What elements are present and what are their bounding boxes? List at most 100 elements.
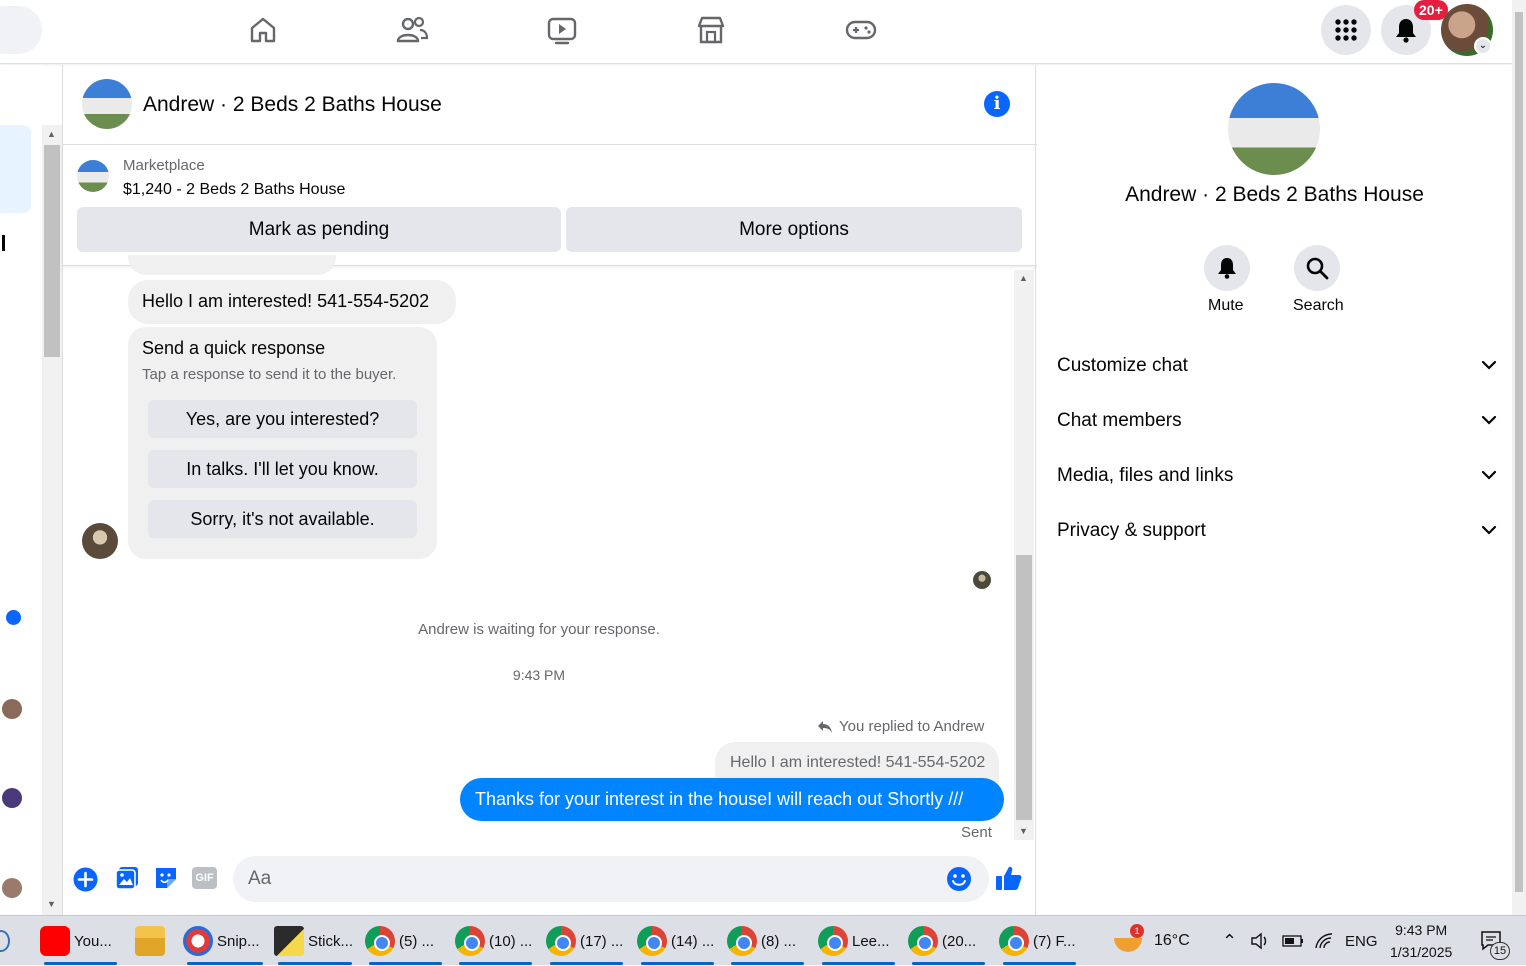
plus-icon[interactable]: [73, 867, 98, 897]
scrollbar-thumb[interactable]: [44, 145, 60, 357]
search-pill[interactable]: [0, 6, 42, 54]
gaming-icon[interactable]: [841, 10, 881, 50]
conversation-list-scrollbar[interactable]: ▲ ▼: [42, 125, 62, 915]
sticky-notes-icon: [274, 926, 304, 956]
taskbar-item-youtube[interactable]: You...: [40, 916, 121, 966]
replied-note-text: You replied to Andrew: [839, 718, 985, 735]
gif-icon[interactable]: GIF: [192, 867, 217, 889]
avatar[interactable]: [2, 878, 22, 898]
incoming-message-text: Hello I am interested! 541-554-5202: [142, 291, 430, 311]
chat-title[interactable]: Andrew · 2 Beds 2 Baths House: [143, 93, 442, 117]
listing-large-avatar[interactable]: [1228, 83, 1320, 175]
chrome-icon: [637, 926, 667, 956]
taskbar-item-chrome[interactable]: Lee...: [818, 916, 899, 966]
avatar[interactable]: [2, 699, 22, 719]
taskbar-item-chrome[interactable]: (7) F...: [999, 916, 1080, 966]
taskbar-item-sticky-notes[interactable]: Stick...: [274, 916, 356, 966]
info-icon[interactable]: i: [984, 91, 1010, 117]
message-input-placeholder: Aa: [248, 868, 272, 889]
conversation-list-strip: [0, 65, 42, 915]
like-icon[interactable]: [995, 864, 1023, 897]
search-button[interactable]: [1294, 245, 1340, 291]
windows-taskbar: You... Snip... Stick... (5) ... (10) ...…: [0, 915, 1526, 965]
chevron-down-icon: [1481, 525, 1497, 535]
photo-icon[interactable]: [114, 865, 140, 896]
message-input[interactable]: Aa: [233, 856, 989, 902]
listing-thumbnail[interactable]: [77, 160, 109, 192]
message-status: Sent: [961, 824, 992, 841]
weather-widget[interactable]: 1 16°C: [1114, 916, 1190, 966]
taskbar-item-chrome[interactable]: (20...: [908, 916, 989, 966]
youtube-icon: [40, 926, 70, 956]
scrollbar-thumb[interactable]: [1016, 555, 1032, 820]
taskbar-item-chrome[interactable]: (8) ...: [727, 916, 808, 966]
notification-center[interactable]: 15: [1480, 916, 1510, 966]
home-icon[interactable]: [243, 10, 283, 50]
privacy-support-row[interactable]: Privacy & support: [1057, 520, 1497, 560]
battery-icon[interactable]: [1282, 916, 1304, 966]
more-options-button[interactable]: More options: [566, 207, 1022, 252]
clock-time: 9:43 PM: [1395, 922, 1448, 938]
quick-response-option[interactable]: Yes, are you interested?: [148, 400, 417, 438]
clock[interactable]: 9:43 PM 1/31/2025: [1390, 916, 1452, 966]
messages-scrollbar[interactable]: ▲ ▼: [1014, 270, 1034, 840]
taskbar-item-chrome[interactable]: (5) ...: [365, 916, 446, 966]
taskbar-item-chrome[interactable]: (14) ...: [637, 916, 718, 966]
taskbar-app-icon[interactable]: [0, 930, 10, 952]
conversation-details-panel: Andrew · 2 Beds 2 Baths House Mute Searc…: [1037, 65, 1512, 915]
listing-avatar[interactable]: [82, 79, 132, 129]
clock-date: 1/31/2025: [1390, 944, 1453, 960]
quick-response-option[interactable]: In talks. I'll let you know.: [148, 450, 417, 488]
search-label: Search: [1293, 297, 1344, 314]
watch-icon[interactable]: [542, 10, 582, 50]
listing-price-title[interactable]: $1,240 - 2 Beds 2 Baths House: [123, 181, 345, 199]
emoji-icon[interactable]: [946, 866, 972, 897]
friends-icon[interactable]: [392, 10, 432, 50]
wifi-icon[interactable]: [1314, 916, 1334, 966]
media-files-links-row[interactable]: Media, files and links: [1057, 465, 1497, 505]
scroll-up-icon[interactable]: ▲: [1019, 273, 1028, 283]
scroll-down-icon[interactable]: ▼: [47, 899, 56, 909]
seen-avatar: [973, 571, 991, 589]
scroll-up-icon[interactable]: ▲: [47, 129, 56, 139]
chat-members-row[interactable]: Chat members: [1057, 410, 1497, 450]
chevron-down-icon[interactable]: ⌄: [1474, 37, 1492, 55]
selected-conversation-highlight[interactable]: [0, 125, 31, 213]
waiting-note: Andrew is waiting for your response.: [418, 621, 660, 638]
quick-response-card: Send a quick response Tap a response to …: [128, 327, 437, 559]
chrome-icon: [818, 926, 848, 956]
chevron-down-icon: [1481, 470, 1497, 480]
bell-icon: [1396, 19, 1416, 43]
menu-grid-button[interactable]: [1321, 5, 1371, 55]
chevron-down-icon: [1481, 415, 1497, 425]
volume-icon[interactable]: [1250, 916, 1270, 966]
reply-arrow-icon: [818, 720, 832, 733]
quick-response-subtitle: Tap a response to send it to the buyer.: [142, 366, 397, 383]
chrome-icon: [455, 926, 485, 956]
mute-button[interactable]: [1204, 245, 1250, 291]
language-indicator[interactable]: ENG: [1345, 916, 1378, 966]
taskbar-item-chrome[interactable]: (10) ...: [455, 916, 536, 966]
notification-badge: 20+: [1414, 0, 1448, 20]
chevron-up-icon[interactable]: ⌃: [1222, 916, 1237, 966]
mark-pending-button[interactable]: Mark as pending: [77, 207, 561, 252]
taskbar-item-file-explorer[interactable]: [135, 916, 171, 966]
avatar[interactable]: [2, 788, 22, 808]
taskbar-item-chrome[interactable]: (17) ...: [546, 916, 627, 966]
scrollbar-thumb[interactable]: [1515, 12, 1523, 892]
sender-avatar[interactable]: [82, 523, 118, 559]
incoming-message-bubble[interactable]: Hello I am interested! 541-554-5202: [128, 280, 456, 324]
customize-chat-row[interactable]: Customize chat: [1057, 355, 1497, 395]
section-label: Customize chat: [1057, 355, 1188, 376]
outgoing-message-bubble[interactable]: Thanks for your interest in the houseI w…: [460, 778, 1004, 821]
taskbar-item-snipping[interactable]: Snip...: [183, 916, 267, 966]
quick-response-option[interactable]: Sorry, it's not available.: [148, 500, 417, 538]
sticker-icon[interactable]: [153, 865, 179, 896]
chat-panel: Andrew · 2 Beds 2 Baths House i Marketpl…: [62, 65, 1037, 915]
quoted-reply-text: Hello I am interested! 541-554-5202: [730, 754, 986, 771]
marketplace-icon[interactable]: [691, 10, 731, 50]
details-title: Andrew · 2 Beds 2 Baths House: [1125, 183, 1424, 206]
page-scrollbar[interactable]: [1512, 0, 1526, 915]
scroll-down-icon[interactable]: ▼: [1019, 826, 1028, 836]
marketplace-listing-bar: Marketplace $1,240 - 2 Beds 2 Baths Hous…: [63, 146, 1037, 266]
